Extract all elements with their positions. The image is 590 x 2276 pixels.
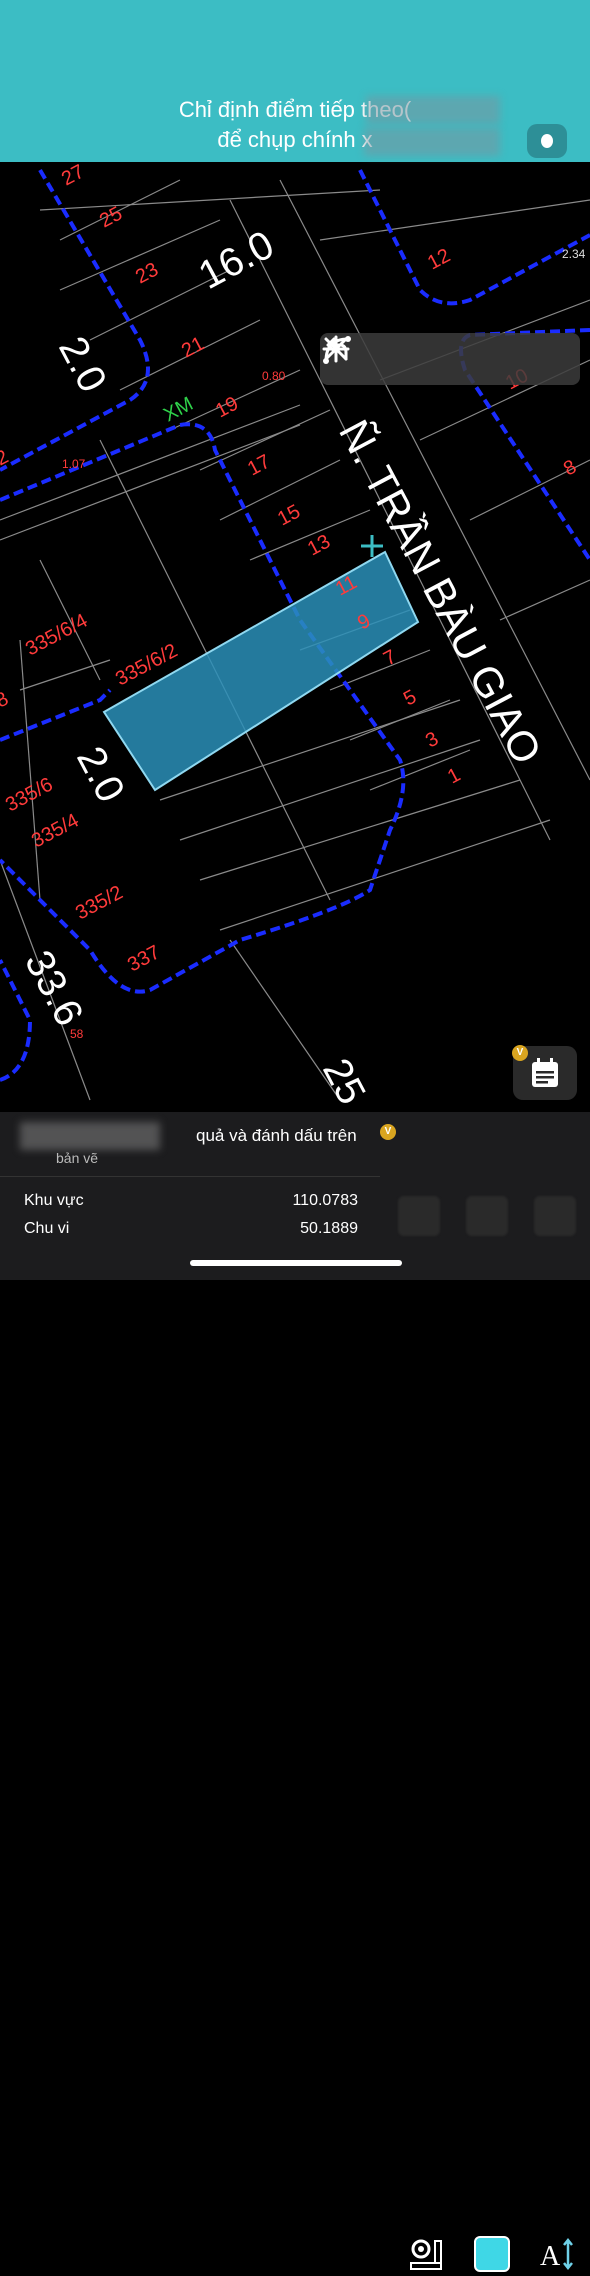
premium-badge: V (380, 1124, 396, 1140)
instruction-banner: Chỉ định điểm tiếp theo( để chụp chính x (0, 0, 590, 162)
dimension-label: 2.0 (50, 330, 115, 400)
close-icon[interactable] (324, 335, 572, 383)
lot-number: 1 (444, 764, 464, 789)
lot-number: 19 (212, 393, 242, 423)
small-dimension: 0.80 (262, 369, 286, 383)
dimension-label: 16.0 (192, 223, 281, 298)
redacted-text (364, 128, 500, 156)
lot-number: 5 (400, 686, 420, 711)
instruction-line-2: để chụp chính x (217, 127, 373, 152)
settings-ruler-icon[interactable] (404, 2232, 448, 2276)
cad-drawing-svg: 27 25 23 21 19 17 15 13 11 9 7 5 3 1 12 … (0, 162, 590, 1112)
xm-label: XM (160, 393, 197, 427)
panel-subtitle: bản vẽ (56, 1150, 99, 1166)
instruction-line-1: Chỉ định điểm tiếp theo( (178, 97, 412, 122)
area-value: 110.0783 (292, 1192, 358, 1209)
calendar-icon (532, 1058, 558, 1087)
lot-number: 8 (560, 456, 580, 481)
measurement-panel: quả và đánh dấu trên bản vẽ V A Khu vực … (0, 1112, 590, 2272)
dimension-label: 25 (314, 1052, 374, 1112)
redacted-text (20, 1122, 160, 1150)
area-label: Khu vực (24, 1192, 84, 1209)
lot-number: 23 (132, 259, 162, 289)
lot-number: 335/6/4 (22, 610, 91, 661)
redacted-text (366, 96, 500, 124)
panel-title: quả và đánh dấu trên (196, 1126, 357, 1145)
lot-number: 337 (124, 941, 164, 976)
cad-drawing-canvas[interactable]: 27 25 23 21 19 17 15 13 11 9 7 5 3 1 12 … (0, 162, 590, 1224)
divider (0, 1176, 380, 1177)
drawing-toolbar (320, 333, 580, 385)
lot-number: 8 (0, 688, 12, 713)
tool-button[interactable] (398, 1196, 440, 1236)
lot-number: 2 (0, 446, 12, 471)
chat-bubble-icon[interactable] (527, 124, 567, 158)
lot-number: 335/6 (2, 773, 57, 816)
tool-button[interactable] (534, 1196, 576, 1236)
lot-number: 12 (424, 245, 454, 275)
lot-number: 21 (178, 333, 208, 363)
small-dimension: 1.07 (62, 457, 86, 471)
dimension-label: 2.0 (68, 740, 133, 810)
lot-number: 335/4 (28, 809, 83, 852)
lot-number: 17 (244, 451, 274, 481)
lot-number: 7 (380, 646, 400, 671)
home-indicator[interactable] (190, 1260, 402, 1266)
premium-badge: V (512, 1045, 528, 1061)
perimeter-label: Chu vi (24, 1220, 70, 1237)
lot-number: 3 (422, 728, 442, 753)
tool-button[interactable] (466, 1196, 508, 1236)
small-dimension: 58 (70, 1027, 84, 1041)
small-dimension: 2.34 (562, 247, 586, 261)
svg-text:A: A (540, 2241, 561, 2272)
perimeter-value: 50.1889 (300, 1220, 358, 1237)
lot-number: 335/2 (72, 881, 127, 924)
lot-number: 15 (274, 501, 304, 531)
text-size-icon[interactable]: A (536, 2232, 580, 2276)
lot-number: 27 (58, 162, 88, 190)
color-picker-icon[interactable] (470, 2232, 514, 2276)
undo-icon[interactable] (326, 335, 442, 383)
dimension-label: 33.6 (16, 944, 91, 1033)
add-point-icon[interactable] (322, 335, 507, 383)
